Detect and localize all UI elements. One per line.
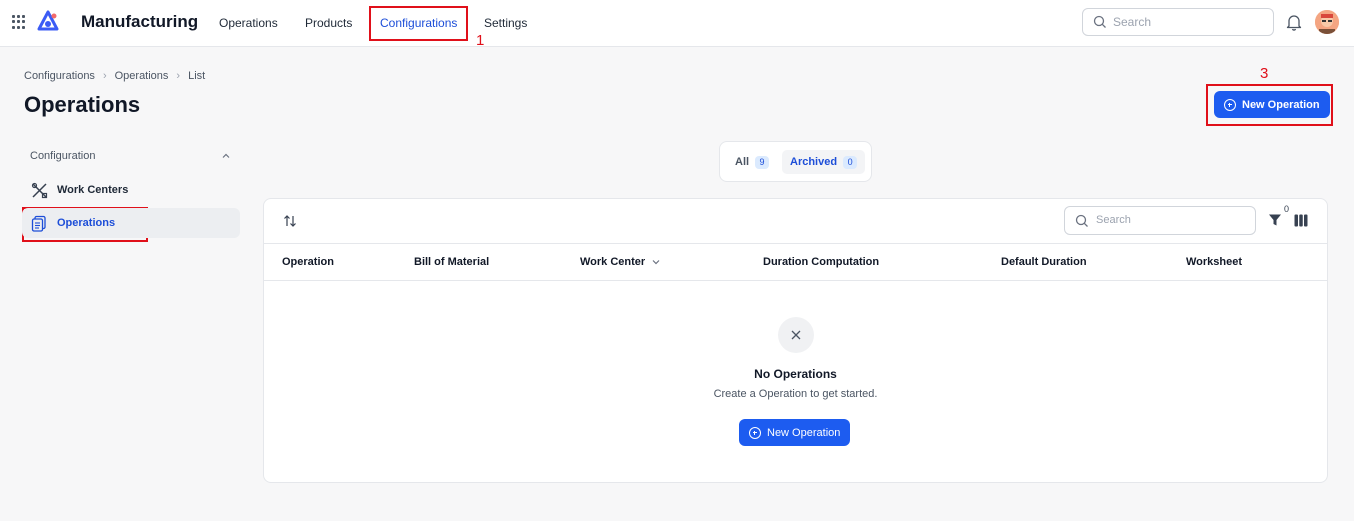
chevron-down-icon bbox=[652, 260, 660, 265]
clipboard-icon bbox=[30, 214, 48, 232]
column-header-operation[interactable]: Operation bbox=[282, 256, 334, 268]
chevron-up-icon[interactable] bbox=[221, 151, 231, 161]
search-icon bbox=[1075, 214, 1088, 227]
sidebar-item-work-centers[interactable]: Work Centers bbox=[22, 175, 240, 205]
columns-icon[interactable] bbox=[1294, 214, 1308, 227]
tab-label: Archived bbox=[790, 156, 838, 168]
tab-count-badge: 0 bbox=[843, 155, 858, 169]
annotation-number-1: 1 bbox=[476, 32, 485, 49]
apps-grid-icon[interactable] bbox=[12, 15, 26, 29]
sidebar-item-label: Operations bbox=[57, 217, 116, 229]
column-header-work-center[interactable]: Work Center bbox=[580, 256, 661, 268]
chevron-right-icon: › bbox=[102, 70, 107, 82]
tab-label: All bbox=[735, 156, 750, 168]
sort-icon[interactable] bbox=[282, 213, 298, 229]
column-header-bill-of-material[interactable]: Bill of Material bbox=[414, 256, 489, 268]
global-search-input[interactable]: Search bbox=[1082, 8, 1274, 36]
avatar[interactable] bbox=[1315, 10, 1339, 34]
tab-archived[interactable]: Archived 0 bbox=[782, 150, 866, 174]
new-operation-label: New Operation bbox=[767, 426, 841, 439]
empty-state-close-icon bbox=[778, 317, 814, 353]
status-tabs: All 9 Archived 0 bbox=[719, 141, 872, 182]
column-header-duration-computation[interactable]: Duration Computation bbox=[763, 256, 879, 268]
search-placeholder: Search bbox=[1113, 15, 1152, 29]
empty-state-title: No Operations bbox=[754, 367, 837, 381]
breadcrumb-operations[interactable]: Operations bbox=[115, 70, 169, 82]
sidebar-item-operations[interactable]: Operations bbox=[22, 208, 240, 238]
tab-count-badge: 9 bbox=[755, 155, 770, 169]
new-operation-button[interactable]: New Operation bbox=[1214, 91, 1330, 118]
empty-state-subtitle: Create a Operation to get started. bbox=[713, 388, 878, 400]
bell-icon[interactable] bbox=[1286, 13, 1302, 31]
new-operation-label: New Operation bbox=[1242, 98, 1320, 111]
breadcrumb: Configurations › Operations › List bbox=[24, 70, 205, 82]
sidebar-item-label: Work Centers bbox=[57, 184, 129, 196]
nav-operations[interactable]: Operations bbox=[219, 16, 278, 30]
filter-count-badge: 0 bbox=[1284, 204, 1290, 214]
top-bar: Manufacturing Operations Products Config… bbox=[0, 0, 1354, 47]
plus-circle-icon bbox=[749, 426, 761, 439]
breadcrumb-configurations[interactable]: Configurations bbox=[24, 70, 95, 82]
app-name: Manufacturing bbox=[81, 12, 199, 31]
nav-settings[interactable]: Settings bbox=[484, 16, 527, 30]
table-header: Operation Bill of Material Work Center D… bbox=[264, 243, 1327, 281]
empty-state-new-operation-button[interactable]: New Operation bbox=[739, 419, 851, 446]
breadcrumb-list: List bbox=[188, 70, 206, 82]
search-icon bbox=[1093, 15, 1106, 28]
tools-icon bbox=[30, 181, 48, 199]
page-title: Operations bbox=[24, 92, 141, 117]
user-avatar-icon bbox=[1315, 10, 1339, 34]
table-search-input[interactable]: Search bbox=[1064, 206, 1256, 235]
operations-table-card: Search 0 Operation Bill of Material Work… bbox=[263, 198, 1328, 483]
search-placeholder: Search bbox=[1096, 214, 1131, 226]
app-logo-icon bbox=[37, 10, 59, 31]
annotation-number-3: 3 bbox=[1260, 65, 1269, 82]
annotation-box-1 bbox=[369, 6, 468, 41]
nav-products[interactable]: Products bbox=[305, 16, 352, 30]
sidebar-section-title: Configuration bbox=[30, 150, 96, 162]
column-header-default-duration[interactable]: Default Duration bbox=[1001, 256, 1087, 268]
tab-all[interactable]: All 9 bbox=[728, 150, 776, 174]
chevron-right-icon: › bbox=[176, 70, 181, 82]
filter-icon[interactable] bbox=[1268, 213, 1282, 227]
plus-circle-icon bbox=[1224, 98, 1236, 111]
column-header-worksheet[interactable]: Worksheet bbox=[1186, 256, 1242, 268]
